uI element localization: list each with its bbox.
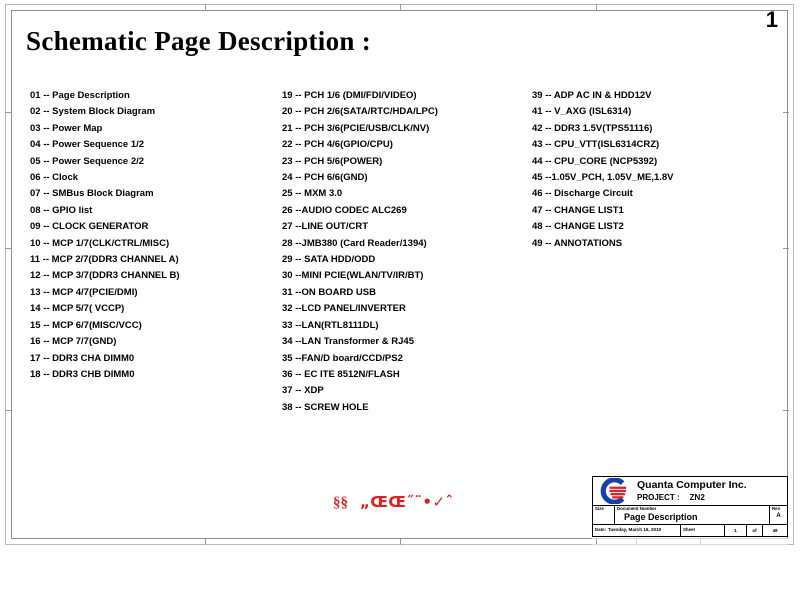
border-tick <box>5 112 11 113</box>
section-sign-mark: §§ <box>333 495 348 511</box>
title-block-logo-row: Quanta Computer Inc. PROJECT : ZN2 <box>593 477 787 506</box>
page-title: Schematic Page Description : <box>26 26 372 56</box>
list-item: 06 -- Clock <box>30 172 79 184</box>
list-item: 22 -- PCH 4/6(GPIO/CPU) <box>282 139 393 151</box>
list-item: 02 -- System Block Diagram <box>30 106 156 118</box>
list-item: 27 --LINE OUT/CRT <box>282 221 369 233</box>
sheet-total-cell: 49 <box>763 525 787 536</box>
list-item: 23 -- PCH 5/6(POWER) <box>282 155 383 167</box>
list-item: 20 -- PCH 2/6(SATA/RTC/HDA/LPC) <box>282 106 438 118</box>
list-item: 01 -- Page Description <box>30 90 130 101</box>
list-item: 43 -- CPU_VTT(ISL6314CRZ) <box>532 139 660 151</box>
title-block: Quanta Computer Inc. PROJECT : ZN2 Size D… <box>592 476 788 537</box>
rev-value: A <box>776 513 781 519</box>
date-caption: Date: <box>595 527 606 532</box>
list-item: 47 -- CHANGE LIST1 <box>532 204 624 216</box>
project-value: ZN2 <box>689 493 705 502</box>
title-block-company-info: Quanta Computer Inc. PROJECT : ZN2 <box>635 479 787 503</box>
list-item: 15 -- MCP 6/7(MISC/VCC) <box>30 319 142 331</box>
border-tick <box>5 248 11 249</box>
list-item: 29 -- SATA HDD/ODD <box>282 254 376 266</box>
project-label: PROJECT : <box>637 493 680 502</box>
border-tick <box>783 248 789 249</box>
garbled-glyph-mark: „ŒŒ˝¨•✓ˆ <box>360 493 454 511</box>
list-item: 24 -- PCH 6/6(GND) <box>282 172 368 184</box>
list-item: 08 -- GPIO list <box>30 204 93 216</box>
list-item: 25 -- MXM 3.0 <box>282 188 343 200</box>
list-item: 36 -- EC ITE 8512N/FLASH <box>282 368 400 380</box>
list-item: 31 --ON BOARD USB <box>282 286 376 298</box>
list-item: 09 -- CLOCK GENERATOR <box>30 221 149 233</box>
list-item: 35 --FAN/D board/CCD/PS2 <box>282 352 403 364</box>
of-caption: of <box>752 527 757 533</box>
list-item: 39 -- ADP AC IN & HDD12V <box>532 90 652 101</box>
list-item: 33 --LAN(RTL8111DL) <box>282 319 379 331</box>
list-item: 42 -- DDR3 1.5V(TPS51116) <box>532 122 653 134</box>
title-block-document-row: Size Document Number Page Description Re… <box>593 506 787 525</box>
border-tick <box>400 4 401 10</box>
date-value: Tuesday, March 16, 2010 <box>608 527 662 532</box>
list-item: 41 -- V_AXG (ISL6314) <box>532 106 632 118</box>
list-item: 21 -- PCH 3/6(PCIE/USB/CLK/NV) <box>282 122 430 134</box>
schematic-sheet: 1 Schematic Page Description : 01 -- Pag… <box>0 0 800 600</box>
list-item: 32 --LCD PANEL/INVERTER <box>282 303 406 315</box>
border-tick <box>5 410 11 411</box>
list-item: 16 -- MCP 7/7(GND) <box>30 336 117 348</box>
page-number: 1 <box>765 7 778 32</box>
index-column-3: 39 -- ADP AC IN & HDD12V 41 -- V_AXG (IS… <box>532 88 674 252</box>
of-value: 49 <box>772 527 778 533</box>
sheet-number-cell: 1 <box>725 525 747 536</box>
list-item: 49 -- ANNOTATIONS <box>532 237 623 249</box>
document-number-cell: Document Number Page Description <box>615 506 770 524</box>
list-item: 17 -- DDR3 CHA DIMM0 <box>30 352 135 364</box>
list-item: 07 -- SMBus Block Diagram <box>30 188 154 200</box>
border-tick <box>205 539 206 545</box>
index-column-2: 19 -- PCH 1/6 (DMI/FDI/VIDEO) 20 -- PCH … <box>282 88 438 416</box>
list-item: 04 -- Power Sequence 1/2 <box>30 139 145 151</box>
list-item: 44 -- CPU_CORE (NCP5392) <box>532 155 658 167</box>
title-block-ghost-line <box>592 544 788 545</box>
sheet-value: 1 <box>734 527 737 533</box>
list-item: 37 -- XDP <box>282 385 324 397</box>
project-line: PROJECT : ZN2 <box>637 492 787 503</box>
list-item: 45 --1.05V_PCH, 1.05V_ME,1.8V <box>532 172 674 184</box>
title-block-ghost-line <box>636 538 637 545</box>
sheet-caption-cell: Sheet <box>681 525 725 536</box>
company-name: Quanta Computer Inc. <box>637 479 747 491</box>
document-number-value: Page Description <box>624 512 698 522</box>
list-item: 18 -- DDR3 CHB DIMM0 <box>30 368 135 380</box>
border-tick <box>400 539 401 545</box>
list-item: 13 -- MCP 4/7(PCIE/DMI) <box>30 286 138 298</box>
list-item: 11 -- MCP 2/7(DDR3 CHANNEL A) <box>30 254 179 266</box>
title-block-ghost-line <box>592 538 788 539</box>
of-caption-cell: of <box>747 525 763 536</box>
list-item: 05 -- Power Sequence 2/2 <box>30 155 145 167</box>
list-item: 46 -- Discharge Circuit <box>532 188 633 200</box>
list-item: 28 --JMB380 (Card Reader/1394) <box>282 237 427 249</box>
date-cell: Date: Tuesday, March 16, 2010 <box>593 525 681 536</box>
index-column-1: 01 -- Page Description 02 -- System Bloc… <box>30 88 180 383</box>
list-item: 38 -- SCREW HOLE <box>282 401 369 413</box>
rev-cell: Rev A <box>770 506 787 524</box>
border-tick <box>783 410 789 411</box>
border-tick <box>205 4 206 10</box>
list-item: 34 --LAN Transformer & RJ45 <box>282 336 414 348</box>
list-item: 30 --MINI PCIE(WLAN/TV/IR/BT) <box>282 270 424 282</box>
list-item: 14 -- MCP 5/7( VCCP) <box>30 303 125 315</box>
list-item: 26 --AUDIO CODEC ALC269 <box>282 204 407 216</box>
border-tick <box>783 112 789 113</box>
list-item: 12 -- MCP 3/7(DDR3 CHANNEL B) <box>30 270 180 282</box>
red-annotation-mark: §§ „ŒŒ˝¨•✓ˆ <box>333 493 454 512</box>
border-tick <box>596 4 597 10</box>
size-cell: Size <box>593 506 615 524</box>
quanta-logo-icon <box>593 478 635 505</box>
size-caption: Size <box>595 506 604 511</box>
list-item: 10 -- MCP 1/7(CLK/CTRL/MISC) <box>30 237 170 249</box>
sheet-caption: Sheet <box>683 527 695 532</box>
title-block-date-row: Date: Tuesday, March 16, 2010 Sheet 1 of… <box>593 525 787 536</box>
list-item: 48 -- CHANGE LIST2 <box>532 221 624 233</box>
list-item: 19 -- PCH 1/6 (DMI/FDI/VIDEO) <box>282 90 417 101</box>
title-block-ghost-line <box>700 538 701 545</box>
list-item: 03 -- Power Map <box>30 122 103 134</box>
